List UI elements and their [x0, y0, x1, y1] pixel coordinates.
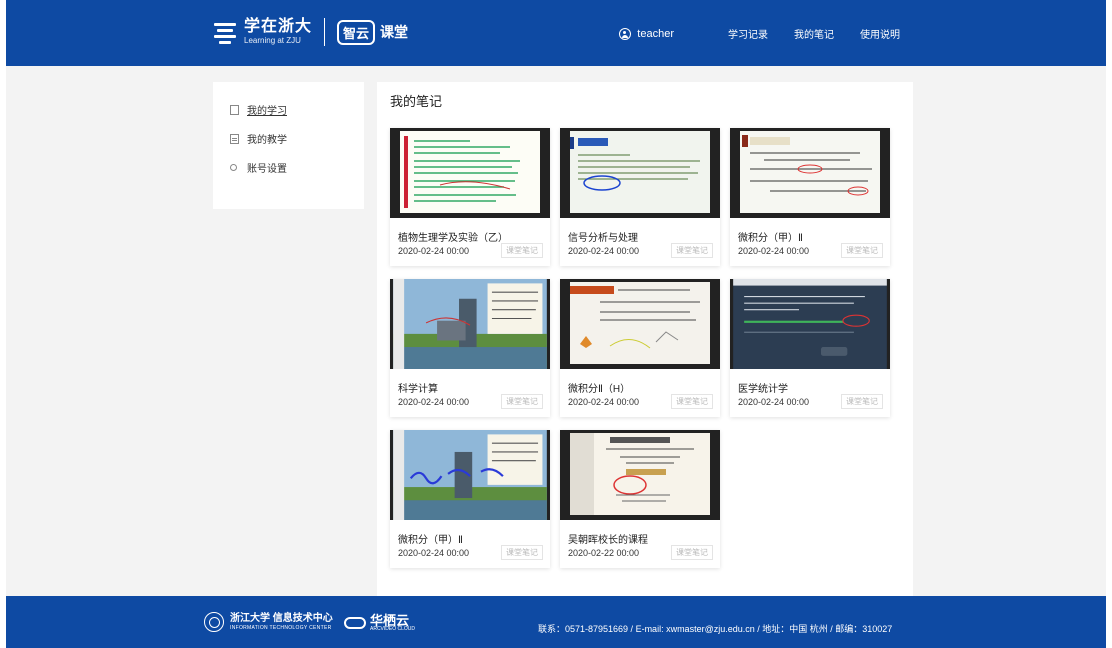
note-type-badge: 课堂笔记	[671, 394, 713, 409]
note-course-title: 信号分析与处理	[568, 233, 638, 244]
slide-thumbnail-image	[740, 131, 880, 213]
slide-thumbnail-image	[570, 131, 710, 213]
note-card[interactable]: 信号分析与处理 2020-02-24 00:00 课堂笔记	[560, 128, 720, 266]
user-icon	[619, 27, 632, 40]
brand-name: 学在浙大	[244, 18, 313, 35]
zju-logo-icon	[212, 19, 238, 45]
note-card[interactable]: 植物生理学及实验（乙） 2020-02-24 00:00 课堂笔记	[390, 128, 550, 266]
note-card[interactable]: 医学统计学 2020-02-24 00:00 课堂笔记	[730, 279, 890, 417]
slide-thumbnail-image	[570, 433, 710, 515]
note-card[interactable]: 微积分（甲）Ⅱ 2020-02-24 00:00 课堂笔记	[730, 128, 890, 266]
note-course-title: 科学计算	[398, 384, 438, 395]
notes-panel: 我的笔记 植物生理学及实验（乙） 2020-02-24 00:00 课堂笔记 信…	[377, 82, 913, 598]
nav-user-guide[interactable]: 使用说明	[860, 26, 900, 41]
note-date: 2020-02-22 00:00	[568, 548, 640, 558]
note-date: 2020-02-24 00:00	[568, 246, 640, 256]
note-card[interactable]: 吴朝晖校长的课程 2020-02-22 00:00 课堂笔记	[560, 430, 720, 568]
cloud-icon	[344, 617, 366, 629]
note-course-title: 吴朝晖校长的课程	[568, 535, 648, 546]
book-icon	[230, 104, 239, 115]
user-menu[interactable]: teacher	[619, 27, 674, 40]
zhiyun-badge: 智云	[337, 19, 376, 45]
note-card[interactable]: 科学计算 2020-02-24 00:00 课堂笔记	[390, 279, 550, 417]
page-title: 我的笔记	[390, 94, 443, 109]
slide-thumbnail-image	[400, 131, 540, 213]
note-date: 2020-02-24 00:00	[568, 397, 640, 407]
note-card[interactable]: 微积分Ⅱ（H） 2020-02-24 00:00 课堂笔记	[560, 279, 720, 417]
partner-name-en: ARCVIDEO CLOUD	[370, 626, 416, 632]
zju-itc-logo: 浙江大学 信息技术中心 INFORMATION TECHNOLOGY CENTE…	[204, 612, 333, 632]
site-logo[interactable]: 学在浙大 Learning at ZJU 智云 课堂	[212, 18, 408, 46]
note-card[interactable]: 微积分（甲）Ⅱ 2020-02-24 00:00 课堂笔记	[390, 430, 550, 568]
brand-divider	[324, 18, 326, 46]
note-thumbnail[interactable]	[560, 128, 720, 218]
zju-seal-icon	[204, 612, 224, 632]
note-date: 2020-02-24 00:00	[398, 548, 470, 558]
note-course-title: 微积分（甲）Ⅱ	[398, 535, 463, 546]
top-header: 学在浙大 Learning at ZJU 智云 课堂 teacher 学习记录 …	[6, 0, 1106, 66]
note-thumbnail[interactable]	[390, 430, 550, 520]
classroom-label: 课堂	[380, 24, 409, 40]
note-course-title: 微积分Ⅱ（H）	[568, 384, 631, 395]
note-type-badge: 课堂笔记	[841, 243, 883, 258]
contact-info: 联系：0571-87951669 / E-mail: xwmaster@zju.…	[538, 624, 893, 634]
person-icon	[230, 164, 237, 171]
sidebar-item-label: 我的教学	[247, 135, 287, 146]
note-course-title: 微积分（甲）Ⅱ	[738, 233, 803, 244]
note-thumbnail[interactable]	[560, 430, 720, 520]
note-type-badge: 课堂笔记	[501, 545, 543, 560]
sidebar-item-label: 账号设置	[247, 164, 287, 175]
brand-subtitle: Learning at ZJU	[244, 36, 301, 45]
user-name: teacher	[637, 27, 674, 40]
note-course-title: 植物生理学及实验（乙）	[398, 233, 508, 244]
note-course-title: 医学统计学	[738, 384, 788, 395]
sidebar-item-account-settings[interactable]: 账号设置	[230, 160, 287, 175]
note-type-badge: 课堂笔记	[501, 243, 543, 258]
slide-thumbnail-image	[393, 279, 547, 369]
note-thumbnail[interactable]	[730, 128, 890, 218]
note-thumbnail[interactable]	[560, 279, 720, 369]
page: 学在浙大 Learning at ZJU 智云 课堂 teacher 学习记录 …	[0, 0, 1112, 648]
note-thumbnail[interactable]	[390, 279, 550, 369]
note-date: 2020-02-24 00:00	[398, 397, 470, 407]
sidebar-item-my-learning[interactable]: 我的学习	[230, 102, 287, 117]
footer: 浙江大学 信息技术中心 INFORMATION TECHNOLOGY CENTE…	[6, 596, 1106, 648]
top-nav: teacher 学习记录 我的笔记 使用说明	[619, 26, 900, 41]
partner-logo: 华栖云 ARCVIDEO CLOUD	[344, 614, 415, 632]
note-type-badge: 课堂笔记	[671, 243, 713, 258]
org-name: 浙江大学 信息技术中心	[230, 612, 333, 624]
nav-my-notes[interactable]: 我的笔记	[794, 26, 834, 41]
note-type-badge: 课堂笔记	[841, 394, 883, 409]
note-date: 2020-02-24 00:00	[398, 246, 470, 256]
notebook-icon	[230, 133, 239, 144]
slide-thumbnail-image	[733, 279, 887, 369]
sidebar-item-label: 我的学习	[247, 106, 287, 117]
note-thumbnail[interactable]	[390, 128, 550, 218]
sidebar: 我的学习 我的教学 账号设置	[213, 82, 364, 209]
note-type-badge: 课堂笔记	[501, 394, 543, 409]
note-thumbnail[interactable]	[730, 279, 890, 369]
note-date: 2020-02-24 00:00	[738, 246, 810, 256]
nav-study-records[interactable]: 学习记录	[728, 26, 768, 41]
slide-thumbnail-image	[570, 282, 710, 364]
sidebar-item-my-teaching[interactable]: 我的教学	[230, 131, 287, 146]
org-name-en: INFORMATION TECHNOLOGY CENTER	[230, 624, 332, 631]
note-date: 2020-02-24 00:00	[738, 397, 810, 407]
slide-thumbnail-image	[393, 430, 547, 520]
note-type-badge: 课堂笔记	[671, 545, 713, 560]
